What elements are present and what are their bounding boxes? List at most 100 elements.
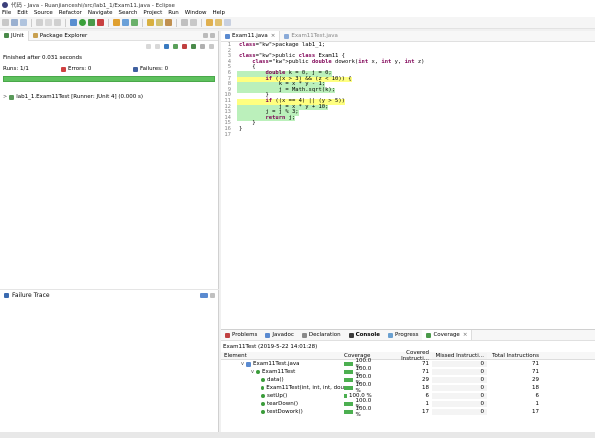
menu-edit[interactable]: Edit — [17, 10, 28, 16]
error-icon — [61, 66, 66, 72]
tab-junit[interactable]: JUnit — [0, 30, 29, 41]
coverage-table: Element Coverage Covered Instructi... Mi… — [221, 350, 595, 418]
junit-panel: JUnit Package Explorer Finished after 0.… — [0, 30, 219, 432]
finished-label: Finished after 0.031 seconds — [3, 55, 83, 61]
menu-navigate[interactable]: Navigate — [88, 10, 113, 16]
menu-help[interactable]: Help — [212, 10, 225, 16]
status-bar — [0, 432, 595, 438]
row-total: 17 — [532, 409, 539, 415]
tab-exam11[interactable]: Exam11.java × — [221, 31, 281, 41]
coverage-row[interactable]: v Exam11Test.java 100.0 % 71 0 71 — [221, 358, 595, 370]
tab-javadoc[interactable]: Javadoc — [261, 330, 298, 340]
save-icon[interactable] — [11, 19, 18, 26]
prev-failure-icon[interactable] — [155, 44, 160, 49]
coverage-icon — [426, 332, 432, 338]
close-icon[interactable]: × — [463, 332, 468, 338]
toggle-icon[interactable] — [45, 19, 52, 26]
header-element[interactable]: Element — [221, 353, 344, 359]
collapse-arrow-icon[interactable]: v — [241, 361, 244, 367]
coverage-icon[interactable] — [88, 19, 95, 26]
tab-exam11test[interactable]: Exam11Test.java — [280, 31, 342, 41]
row-name: data() — [267, 377, 284, 383]
stop-icon[interactable] — [191, 44, 196, 49]
coverage-session: Exam11Test (2019-5-22 14:01:28) — [223, 344, 318, 350]
java-file-icon — [225, 33, 230, 39]
row-covered: 29 — [422, 377, 429, 383]
open-folder-icon[interactable] — [156, 19, 163, 26]
print-icon[interactable] — [36, 19, 43, 26]
runs-label: Runs: — [3, 66, 19, 72]
test-tree-item[interactable]: > lab1_1.Exam11Test [Runner: JUnit 4] (0… — [3, 94, 143, 100]
menu-project[interactable]: Project — [143, 10, 162, 16]
save-all-icon[interactable] — [20, 19, 27, 26]
expand-arrow-icon[interactable]: > — [3, 94, 7, 100]
tab-progress-label: Progress — [394, 332, 419, 338]
coverage-bar — [344, 410, 354, 414]
tab-package-explorer[interactable]: Package Explorer — [29, 31, 91, 41]
method-icon — [261, 394, 265, 398]
header-covered[interactable]: Covered Instructi... — [377, 350, 432, 362]
coverage-row[interactable]: testDowork() 100.0 % 17 0 17 — [221, 406, 595, 418]
errors-stat: Errors: 0 — [61, 66, 133, 72]
annotation-icon[interactable] — [181, 19, 188, 26]
header-missed[interactable]: Missed Instructi... — [432, 352, 487, 359]
next-failure-icon[interactable] — [146, 44, 151, 49]
view-menu-icon[interactable] — [209, 44, 214, 49]
coverage-row[interactable]: Exam11Test(int, int, int, dou 100.0 % 18 0 1… — [221, 382, 595, 394]
show-failures-icon[interactable] — [164, 44, 169, 49]
tab-coverage[interactable]: Coverage × — [422, 330, 473, 340]
row-missed: 0 — [432, 377, 487, 383]
open-type-icon[interactable] — [147, 19, 154, 26]
row-element: data() — [221, 377, 344, 383]
row-coverage: 100.0 % — [344, 406, 377, 418]
row-covered: 71 — [422, 369, 429, 375]
coverage-row[interactable]: data() 100.0 % 29 0 29 — [221, 374, 595, 386]
tab-problems[interactable]: Problems — [221, 330, 261, 340]
errors-label: Errors: — [68, 66, 87, 72]
menu-search[interactable]: Search — [119, 10, 138, 16]
new-java-project-icon[interactable] — [113, 19, 120, 26]
header-total[interactable]: Total Instructions — [487, 353, 542, 359]
rerun-failed-icon[interactable] — [182, 44, 187, 49]
tab-console[interactable]: Console — [345, 330, 384, 340]
console-icon — [348, 332, 354, 338]
collapse-arrow-icon[interactable]: v — [251, 369, 254, 375]
coverage-row[interactable]: v Exam11Test 100.0 % 71 0 71 — [221, 366, 595, 378]
compare-icon[interactable] — [210, 293, 215, 298]
code-area[interactable]: 1 class="kw">package lab1_1; 2 3 class="kw">… — [221, 42, 595, 323]
menu-source[interactable]: Source — [34, 10, 53, 16]
row-missed: 0 — [432, 393, 487, 399]
tab-declaration[interactable]: Declaration — [298, 330, 345, 340]
close-icon[interactable]: × — [271, 33, 276, 39]
menu-window[interactable]: Window — [185, 10, 207, 16]
filter-trace-icon[interactable] — [200, 293, 208, 298]
annotation-prev-icon[interactable] — [190, 19, 197, 26]
row-total: 71 — [532, 369, 539, 375]
coverage-row[interactable]: setUp() 100.0 % 6 0 6 — [221, 392, 595, 400]
menu-file[interactable]: File — [2, 10, 11, 16]
misc-icon[interactable] — [54, 19, 61, 26]
search-icon[interactable] — [165, 19, 172, 26]
forward-icon[interactable] — [215, 19, 222, 26]
left-tab-bar: JUnit Package Explorer — [0, 30, 218, 41]
menu-refactor[interactable]: Refactor — [59, 10, 82, 16]
new-package-icon[interactable] — [122, 19, 129, 26]
back-icon[interactable] — [206, 19, 213, 26]
tab-exam11test-label: Exam11Test.java — [291, 33, 338, 39]
runs-value: 1/1 — [20, 66, 29, 72]
new-class-icon[interactable] — [131, 19, 138, 26]
row-missed: 0 — [432, 369, 487, 375]
maximize-icon[interactable] — [210, 33, 215, 38]
new-icon[interactable] — [2, 19, 9, 26]
run-icon[interactable] — [79, 19, 86, 26]
minimize-icon[interactable] — [203, 33, 208, 38]
coverage-row[interactable]: tearDown() 100.0 % 1 0 1 — [221, 398, 595, 410]
history-icon[interactable] — [200, 44, 205, 49]
rerun-icon[interactable] — [173, 44, 178, 49]
debug-icon[interactable] — [70, 19, 77, 26]
menu-run[interactable]: Run — [168, 10, 179, 16]
history-icon[interactable] — [224, 19, 231, 26]
tab-progress[interactable]: Progress — [384, 330, 422, 340]
external-tools-icon[interactable] — [97, 19, 104, 26]
